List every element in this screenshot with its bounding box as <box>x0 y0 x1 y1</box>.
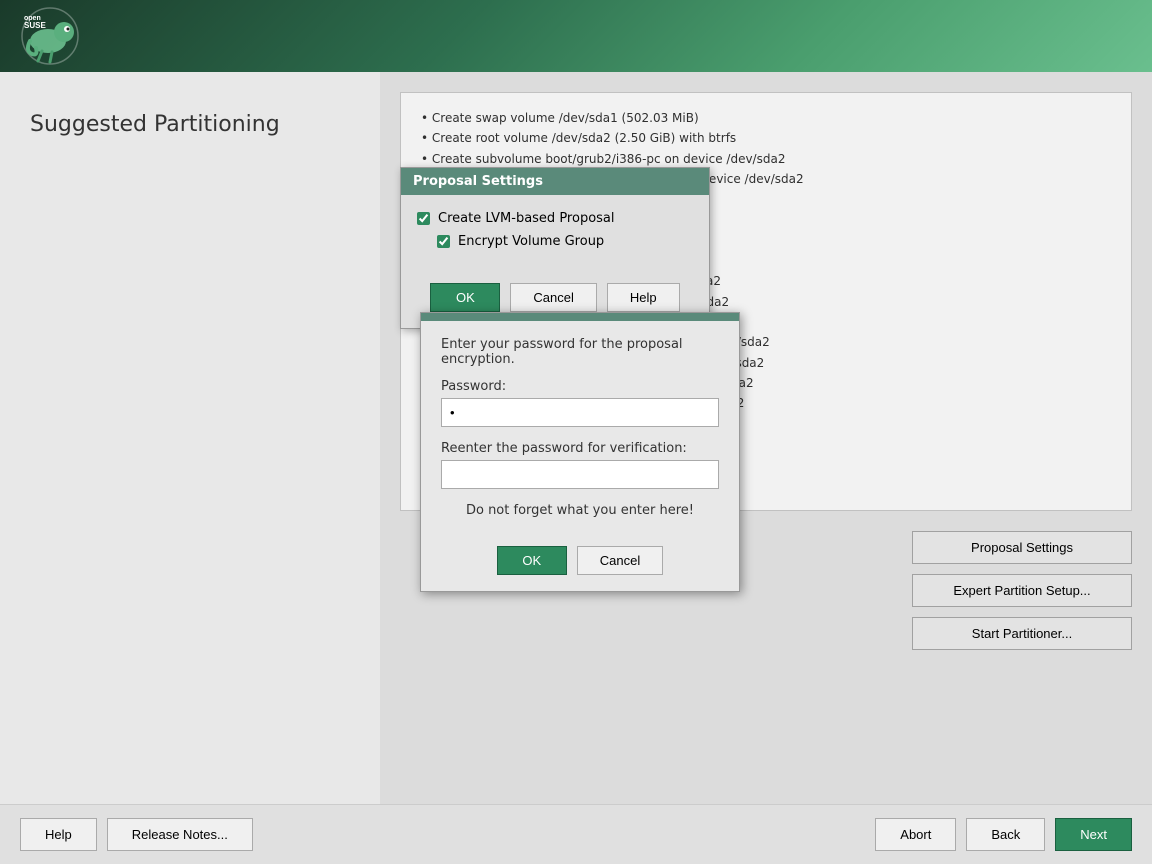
password-label: Password: <box>441 379 719 394</box>
password-description: Enter your password for the proposal enc… <box>441 337 719 367</box>
forget-note: Do not forget what you enter here! <box>441 503 719 518</box>
proposal-help-button[interactable]: Help <box>607 283 680 312</box>
encrypt-vg-label: Encrypt Volume Group <box>458 234 604 249</box>
proposal-dialog-body: Create LVM-based Proposal Encrypt Volume… <box>401 195 709 273</box>
release-notes-button[interactable]: Release Notes... <box>107 818 253 851</box>
password-dialog-titlebar <box>421 313 739 321</box>
reenter-password-input[interactable] <box>441 460 719 489</box>
reenter-label: Reenter the password for verification: <box>441 441 719 456</box>
password-dialog-body: Enter your password for the proposal enc… <box>421 321 739 546</box>
password-cancel-button[interactable]: Cancel <box>577 546 663 575</box>
proposal-settings-dialog: Proposal Settings Create LVM-based Propo… <box>400 167 710 329</box>
page-title: Suggested Partitioning <box>30 112 350 137</box>
back-button[interactable]: Back <box>966 818 1045 851</box>
abort-button[interactable]: Abort <box>875 818 956 851</box>
help-button[interactable]: Help <box>20 818 97 851</box>
password-dialog: Enter your password for the proposal enc… <box>420 312 740 592</box>
sidebar: Suggested Partitioning <box>0 72 380 804</box>
password-input[interactable] <box>441 398 719 427</box>
password-dialog-footer: OK Cancel <box>421 546 739 591</box>
footer-right: Abort Back Next <box>875 818 1132 851</box>
encrypt-vg-checkbox[interactable] <box>437 235 450 248</box>
proposal-dialog-title: Proposal Settings <box>413 174 543 189</box>
header: open SUSE <box>0 0 1152 72</box>
footer-left: Help Release Notes... <box>20 818 253 851</box>
logo-area: open SUSE <box>20 6 80 66</box>
create-lvm-row: Create LVM-based Proposal <box>417 211 693 226</box>
svg-text:SUSE: SUSE <box>24 21 46 30</box>
opensuse-logo: open SUSE <box>20 6 80 66</box>
proposal-ok-button[interactable]: OK <box>430 283 500 312</box>
encrypt-vg-row: Encrypt Volume Group <box>437 234 693 249</box>
create-lvm-label: Create LVM-based Proposal <box>438 211 615 226</box>
password-ok-button[interactable]: OK <box>497 546 567 575</box>
proposal-dialog-titlebar: Proposal Settings <box>401 168 709 195</box>
create-lvm-checkbox[interactable] <box>417 212 430 225</box>
footer: Help Release Notes... Abort Back Next <box>0 804 1152 864</box>
main-content: Suggested Partitioning • Create swap vol… <box>0 72 1152 804</box>
proposal-cancel-button[interactable]: Cancel <box>510 283 596 312</box>
content-area: • Create swap volume /dev/sda1 (502.03 M… <box>380 72 1152 804</box>
next-button[interactable]: Next <box>1055 818 1132 851</box>
